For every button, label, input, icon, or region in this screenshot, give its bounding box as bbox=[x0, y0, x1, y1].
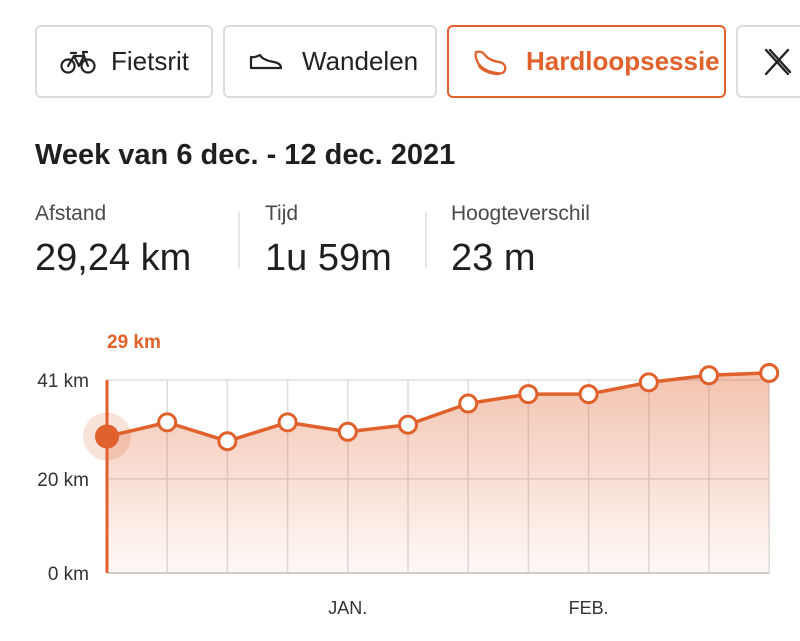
stat-elevation: Hoogteverschil 23 m bbox=[451, 202, 590, 280]
data-point bbox=[578, 384, 599, 405]
bike-icon bbox=[60, 50, 96, 74]
tab-fietsrit-label: Fietsrit bbox=[111, 46, 189, 76]
data-point bbox=[217, 431, 238, 452]
data-point bbox=[759, 362, 780, 383]
stat-distance: Afstand 29,24 km bbox=[35, 202, 191, 280]
stat-distance-label: Afstand bbox=[35, 202, 107, 225]
close-icon bbox=[762, 47, 792, 77]
stat-divider bbox=[425, 212, 427, 268]
y-tick-label: 20 km bbox=[37, 470, 89, 491]
chart-area-fill bbox=[107, 372, 770, 573]
data-point bbox=[157, 412, 178, 433]
data-point bbox=[337, 421, 358, 442]
stat-time-label: Tijd bbox=[265, 202, 299, 225]
stat-elevation-label: Hoogteverschil bbox=[451, 202, 590, 225]
stat-time: Tijd 1u 59m bbox=[265, 202, 392, 280]
tab-hardloopsessie[interactable]: Hardloopsessie bbox=[447, 25, 726, 98]
y-tick-label: 41 km bbox=[37, 371, 89, 392]
week-title: Week van 6 dec. - 12 dec. 2021 bbox=[35, 139, 456, 171]
stat-elevation-value: 23 m bbox=[451, 237, 536, 279]
tab-wandelen[interactable]: Wandelen bbox=[223, 25, 437, 98]
tab-fietsrit[interactable]: Fietsrit bbox=[35, 25, 213, 98]
x-tick-label: FEB. bbox=[569, 598, 609, 618]
stat-divider bbox=[238, 212, 240, 268]
tab-more[interactable] bbox=[736, 25, 800, 98]
running-shoe-icon bbox=[473, 48, 507, 76]
data-point bbox=[518, 384, 539, 405]
stat-distance-value: 29,24 km bbox=[35, 237, 192, 279]
x-tick-label: JAN. bbox=[328, 598, 367, 618]
data-point bbox=[638, 372, 659, 393]
tab-wandelen-label: Wandelen bbox=[302, 46, 419, 76]
data-point bbox=[398, 414, 418, 435]
weekly-distance-chart[interactable]: 0 km 20 km 41 km JAN. FEB. 29 km bbox=[0, 310, 800, 641]
stat-time-value: 1u 59m bbox=[265, 237, 392, 279]
data-point bbox=[458, 393, 479, 414]
data-point bbox=[277, 412, 298, 433]
data-point bbox=[699, 365, 719, 386]
shoe-icon bbox=[249, 52, 283, 72]
selected-data-point bbox=[95, 424, 119, 449]
tab-hardloopsessie-label: Hardloopsessie bbox=[526, 46, 720, 76]
selected-value-label: 29 km bbox=[107, 332, 161, 353]
y-tick-label: 0 km bbox=[48, 564, 89, 585]
activity-tabs: Fietsrit Wandelen Hardloopsessie bbox=[0, 0, 800, 110]
